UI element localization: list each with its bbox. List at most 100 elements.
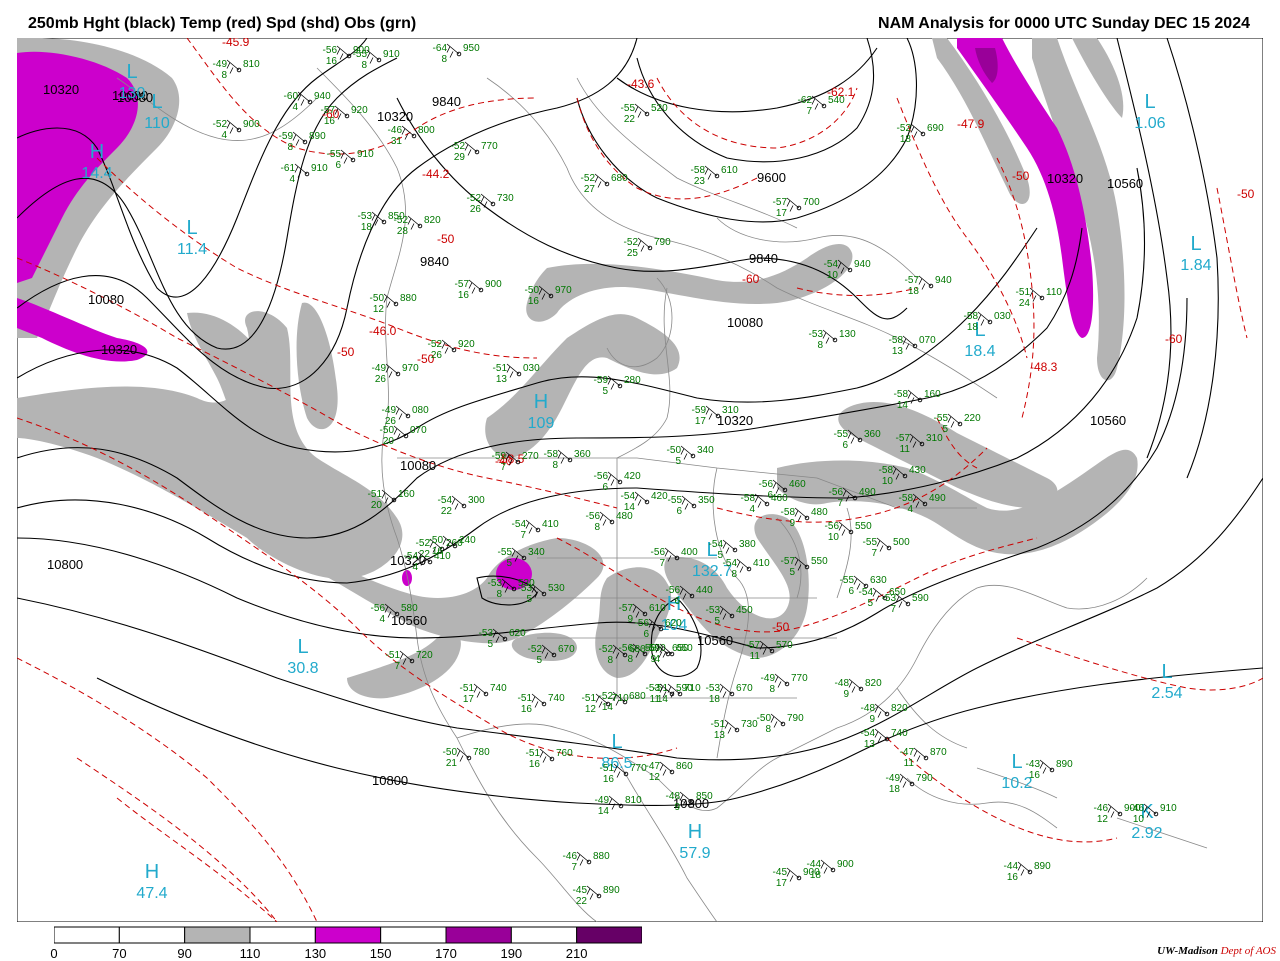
obs-temp: -46 bbox=[1094, 803, 1109, 814]
obs-dewpoint-depression: 5 bbox=[536, 655, 542, 666]
center-value: 1.84 bbox=[1180, 257, 1211, 274]
height-label: 10320 bbox=[377, 109, 413, 124]
obs-temp: -43 bbox=[1026, 759, 1041, 770]
obs-height: 460 bbox=[771, 493, 788, 504]
obs-temp: -54 bbox=[512, 519, 527, 530]
obs-dewpoint-depression: 22 bbox=[576, 896, 588, 907]
obs-height: 610 bbox=[649, 603, 666, 614]
center-letter: L bbox=[126, 61, 137, 83]
obs-height: 620 bbox=[665, 618, 682, 629]
obs-dewpoint-depression: 13 bbox=[496, 374, 508, 385]
obs-height: 900 bbox=[243, 119, 260, 130]
obs-dewpoint-depression: 10 bbox=[827, 270, 839, 281]
obs-height: 920 bbox=[458, 339, 475, 350]
obs-temp: -58 bbox=[964, 311, 979, 322]
obs-temp: -48 bbox=[835, 678, 850, 689]
temperature-label: -45.9 bbox=[222, 38, 250, 49]
center-value: 30.8 bbox=[287, 660, 318, 677]
obs-temp: -55 bbox=[668, 495, 683, 506]
obs-dewpoint-depression: 8 bbox=[287, 142, 293, 153]
obs-height: 340 bbox=[697, 445, 714, 456]
obs-height: 710 bbox=[612, 693, 629, 704]
obs-temp: -54 bbox=[723, 558, 738, 569]
obs-temp: -58 bbox=[741, 493, 756, 504]
obs-temp: -46 bbox=[1130, 803, 1145, 814]
obs-dewpoint-depression: 5 bbox=[506, 558, 512, 569]
obs-temp: -58 bbox=[781, 507, 796, 518]
obs-dewpoint-depression: 7 bbox=[837, 498, 843, 509]
obs-height: 620 bbox=[509, 628, 526, 639]
obs-height: 590 bbox=[912, 593, 929, 604]
obs-temp: -53 bbox=[706, 683, 721, 694]
obs-height: 220 bbox=[964, 413, 981, 424]
obs-dewpoint-depression: 9 bbox=[650, 654, 656, 665]
obs-dewpoint-depression: 26 bbox=[470, 204, 482, 215]
obs-temp: -51 bbox=[518, 693, 533, 704]
obs-temp: -57 bbox=[896, 433, 911, 444]
obs-height: 940 bbox=[314, 91, 331, 102]
credit-org: UW-Madison bbox=[1157, 945, 1218, 957]
obs-height: 890 bbox=[603, 885, 620, 896]
obs-height: 740 bbox=[891, 728, 908, 739]
obs-temp: -59 bbox=[492, 451, 507, 462]
height-label: 10560 bbox=[1090, 413, 1126, 428]
obs-temp: -57 bbox=[619, 603, 634, 614]
obs-temp: -55 bbox=[863, 537, 878, 548]
center-letter: L bbox=[1161, 661, 1172, 683]
obs-height: 480 bbox=[616, 511, 633, 522]
obs-temp: -49 bbox=[886, 773, 901, 784]
legend-swatch bbox=[576, 926, 642, 944]
obs-dewpoint-depression: 4 bbox=[221, 130, 227, 141]
obs-dewpoint-depression: 4 bbox=[379, 614, 385, 625]
legend-tick-label: 70 bbox=[112, 946, 127, 961]
center-letter: H bbox=[534, 391, 548, 413]
obs-dewpoint-depression: 12 bbox=[1097, 814, 1109, 825]
obs-temp: -50 bbox=[380, 425, 395, 436]
obs-temp: -49 bbox=[382, 405, 397, 416]
obs-temp: -58 bbox=[889, 335, 904, 346]
obs-dewpoint-depression: 16 bbox=[603, 774, 615, 785]
obs-dewpoint-depression: 7 bbox=[806, 106, 812, 117]
obs-height: 790 bbox=[654, 237, 671, 248]
obs-temp: -52 bbox=[213, 119, 228, 130]
obs-temp: -56 bbox=[594, 471, 609, 482]
obs-height: 500 bbox=[893, 537, 910, 548]
obs-temp: -51 bbox=[526, 748, 541, 759]
obs-height: 880 bbox=[593, 851, 610, 862]
obs-temp: -51 bbox=[386, 650, 401, 661]
obs-dewpoint-depression: 9 bbox=[843, 689, 849, 700]
obs-dewpoint-depression: 16 bbox=[1007, 872, 1019, 883]
obs-height: 950 bbox=[463, 43, 480, 54]
obs-height: 590 bbox=[676, 683, 693, 694]
temperature-label: -50 bbox=[1012, 169, 1030, 183]
obs-temp: -56 bbox=[642, 643, 657, 654]
legend-swatch bbox=[184, 926, 251, 944]
obs-temp: -47 bbox=[900, 747, 915, 758]
obs-height: 310 bbox=[926, 433, 943, 444]
obs-temp: -58 bbox=[691, 165, 706, 176]
center-letter: H bbox=[145, 861, 159, 883]
obs-dewpoint-depression: 8 bbox=[221, 70, 227, 81]
obs-height: 900 bbox=[837, 859, 854, 870]
obs-temp: -56 bbox=[323, 45, 338, 56]
obs-height: 630 bbox=[870, 575, 887, 586]
obs-dewpoint-depression: 10 bbox=[882, 476, 894, 487]
obs-dewpoint-depression: 13 bbox=[714, 730, 726, 741]
obs-dewpoint-depression: 5 bbox=[526, 594, 532, 605]
legend-tick-label: 170 bbox=[435, 946, 457, 961]
obs-height: 870 bbox=[930, 747, 947, 758]
obs-height: 770 bbox=[481, 141, 498, 152]
obs-height: 360 bbox=[574, 449, 591, 460]
obs-height: 540 bbox=[828, 95, 845, 106]
obs-dewpoint-depression: 20 bbox=[383, 436, 395, 447]
obs-temp: -53 bbox=[479, 628, 494, 639]
obs-dewpoint-depression: 8 bbox=[496, 589, 502, 600]
obs-height: 410 bbox=[542, 519, 559, 530]
obs-temp: -51 bbox=[368, 489, 383, 500]
obs-temp: -51 bbox=[493, 363, 508, 374]
legend-swatch bbox=[510, 926, 578, 944]
obs-temp: -56 bbox=[825, 521, 840, 532]
obs-height: 910 bbox=[1160, 803, 1177, 814]
obs-temp: -55 bbox=[934, 413, 949, 424]
obs-temp: -53 bbox=[646, 683, 661, 694]
